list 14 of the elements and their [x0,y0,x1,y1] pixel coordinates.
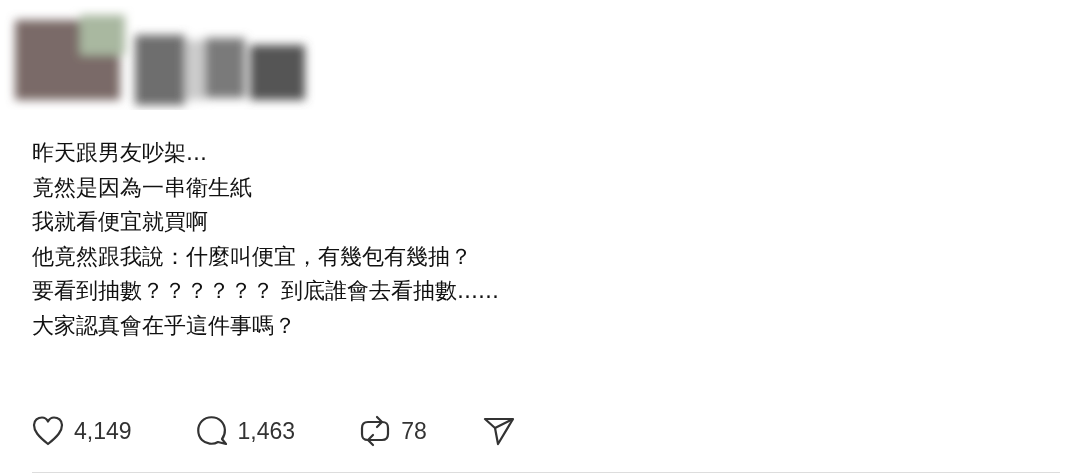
repost-button[interactable]: 78 [359,414,427,448]
like-button[interactable]: 4,149 [32,416,132,446]
send-icon [482,416,515,446]
post-text-line: 我就看便宜就買啊 [32,208,209,236]
post-text-line: 昨天跟男友吵架... [32,139,208,167]
post-text-line: 大家認真會在乎這件事嗎？ [32,311,297,340]
repost-icon [359,414,392,448]
speech-bubble-icon [195,415,228,447]
heart-icon [32,416,64,446]
post-text-line: 要看到抽數？？？？？？ 到底誰會去看抽數...... [32,277,499,305]
post-text-line: 竟然是因為一串衛生紙 [32,173,253,202]
post-text-line: 他竟然跟我說：什麼叫便宜，有幾包有幾抽？ [32,242,473,271]
reply-button[interactable]: 1,463 [195,415,296,447]
share-button[interactable] [482,416,515,446]
